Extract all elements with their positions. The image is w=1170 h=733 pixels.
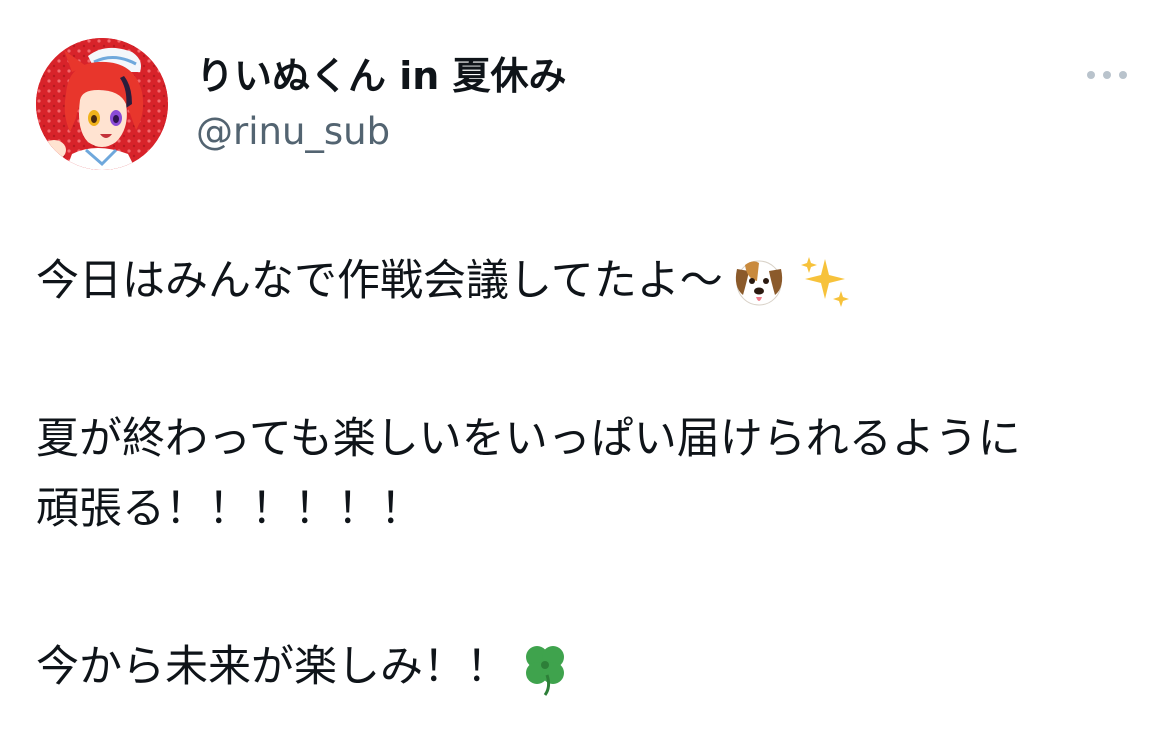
avatar[interactable] (36, 38, 168, 170)
more-horizontal-icon (1086, 70, 1128, 80)
author-handle[interactable]: @rinu_sub (196, 108, 390, 156)
avatar-illustration (36, 38, 168, 170)
tweet-text: 今日はみんなで作戦会議してたよ〜 夏が終わっても楽しいをいっぱい届けられるように… (36, 246, 1146, 702)
tweet-line: 今から未来が楽しみ！！ (36, 632, 1146, 702)
tweet-line-text: 今から未来が楽しみ！！ (36, 642, 509, 692)
tweet-line: 夏が終わっても楽しいをいっぱい届けられるように (36, 404, 1146, 474)
tweet-line: 今日はみんなで作戦会議してたよ〜 (36, 246, 1146, 316)
four-leaf-clover-emoji-icon (515, 637, 575, 697)
author-display-name[interactable]: りいぬくん in 夏休み (196, 50, 567, 102)
tweet-line-text: 頑張る！！！！！！ (36, 484, 423, 534)
tweet-line-text: 夏が終わっても楽しいをいっぱい届けられるように (36, 414, 1021, 464)
dog-face-emoji-icon (729, 251, 789, 311)
tweet-line: 頑張る！！！！！！ (36, 474, 1146, 544)
more-options-button[interactable] (1078, 60, 1136, 90)
tweet-card: りいぬくん in 夏休み @rinu_sub 今日はみんなで作戦会議してたよ〜 (0, 0, 1170, 733)
sparkles-emoji-icon (795, 251, 855, 311)
tweet-line-text: 今日はみんなで作戦会議してたよ〜 (36, 256, 723, 306)
